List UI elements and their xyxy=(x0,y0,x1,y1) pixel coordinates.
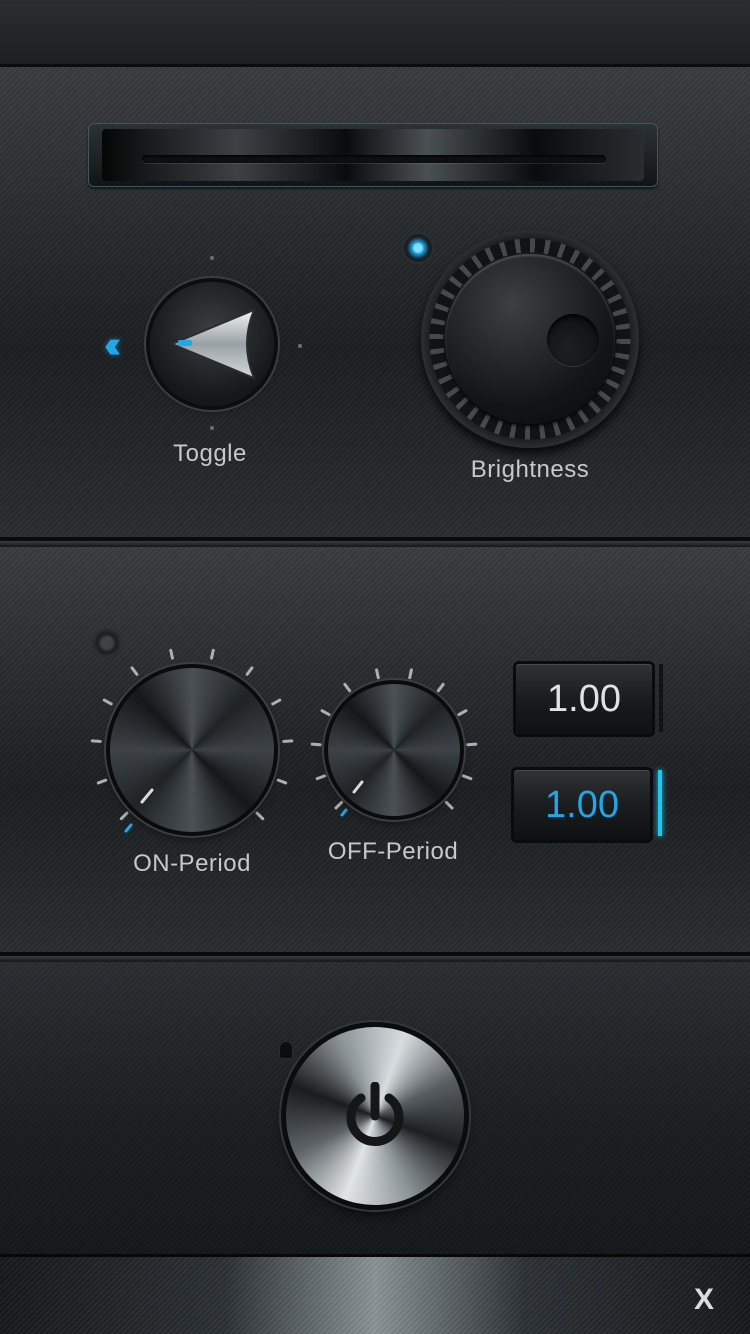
close-button[interactable]: X xyxy=(694,1283,714,1317)
toggle-position-dot xyxy=(210,426,214,430)
display-slot xyxy=(88,123,658,187)
off-period-knob[interactable] xyxy=(328,684,460,816)
on-period-knob-pointer xyxy=(140,788,154,804)
brightness-knob-cap xyxy=(445,254,615,424)
on-period-value-bar xyxy=(659,664,663,732)
double-chevron-left-icon[interactable]: ‹‹ xyxy=(104,324,122,367)
brightness-indicator-led xyxy=(404,234,432,262)
top-strip xyxy=(0,0,750,67)
power-button[interactable] xyxy=(286,1027,464,1205)
power-indicator-led xyxy=(280,1042,292,1058)
brightness-knob-dimple xyxy=(547,314,599,366)
off-period-value-display[interactable]: 1.00 xyxy=(514,770,650,840)
off-period-knob-pointer xyxy=(352,780,364,794)
brightness-knob[interactable] xyxy=(421,230,639,448)
off-period-value-bar xyxy=(658,770,662,836)
on-period-value-display[interactable]: 1.00 xyxy=(516,664,652,734)
footer-bar xyxy=(0,1257,750,1334)
toggle-position-dot xyxy=(298,344,302,348)
off-period-label: OFF-Period xyxy=(327,838,459,865)
toggle-label: Toggle xyxy=(173,440,247,467)
display-slot-inner xyxy=(102,129,644,181)
toggle-knob[interactable] xyxy=(150,282,274,406)
brightness-label: Brightness xyxy=(470,456,590,483)
power-icon xyxy=(346,1082,404,1146)
on-period-label: ON-Period xyxy=(133,850,251,877)
toggle-lever-icon xyxy=(169,308,256,380)
on-period-knob[interactable] xyxy=(110,668,274,832)
display-slot-groove xyxy=(142,155,606,163)
period-indicator-led xyxy=(92,628,122,658)
toggle-position-dot xyxy=(210,256,214,260)
